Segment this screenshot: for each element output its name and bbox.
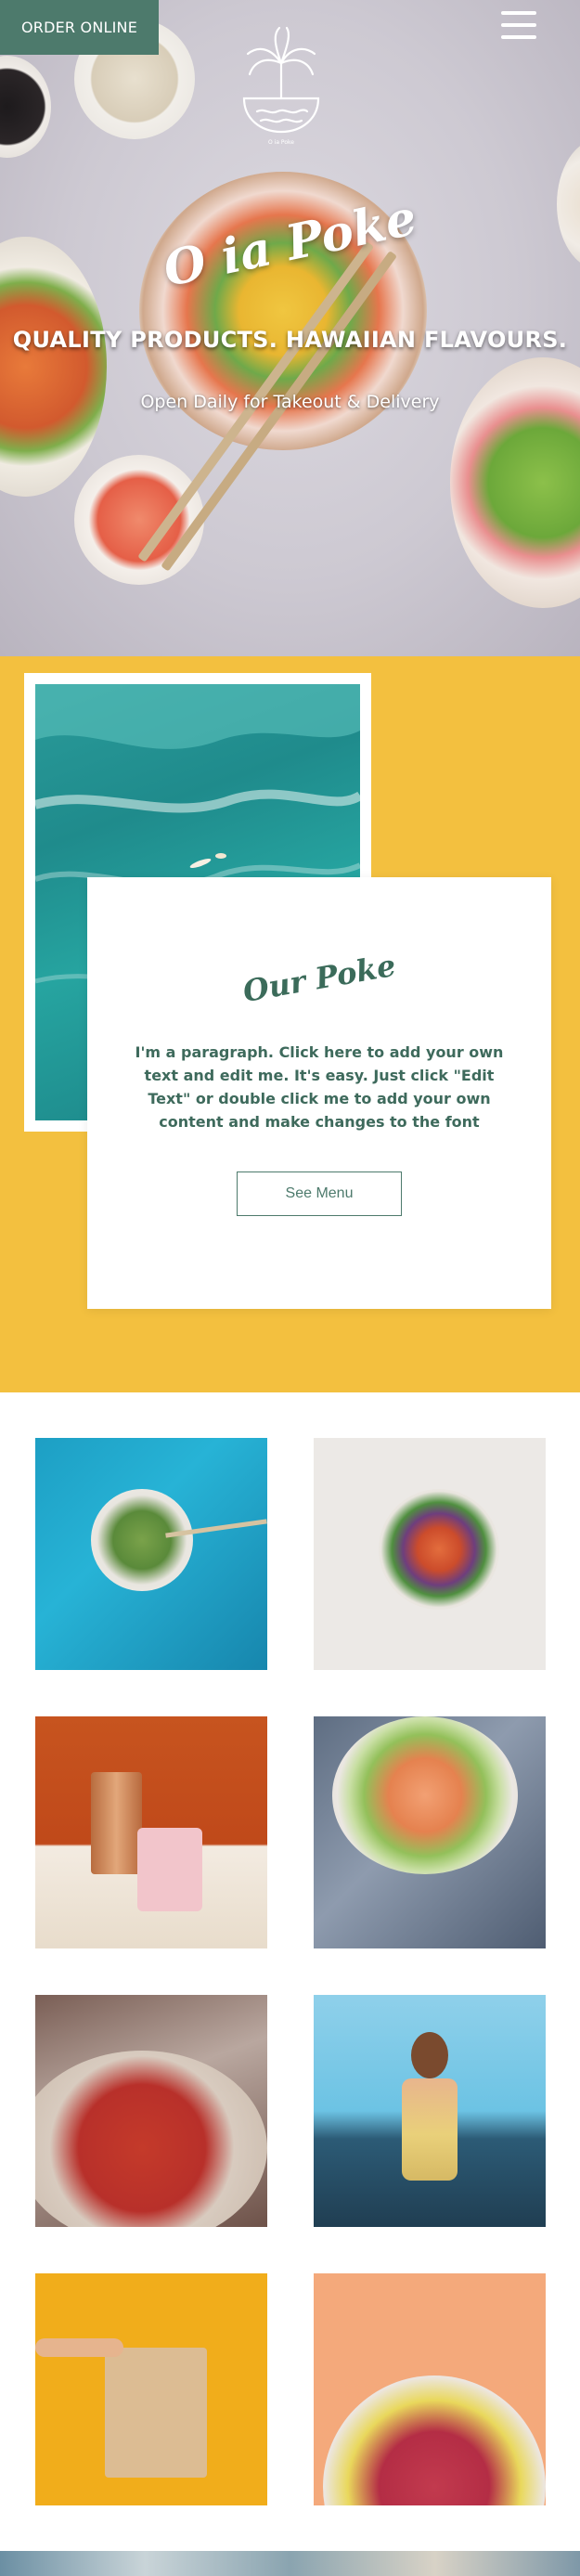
gallery-image-takeout-bag[interactable] [35,2273,267,2505]
soy-sauce-bowl-image [0,56,51,158]
hero-tagline: Open Daily for Takeout & Delivery [140,392,440,412]
poke-bowl-shape [332,1716,518,1874]
pickled-ginger-bowl-image [74,455,204,585]
tuna-bowl-shape [35,2051,267,2227]
paper-bag-shape [105,2348,207,2478]
poke-bowl-shape [91,1489,193,1591]
our-poke-card: Our Poke I'm a paragraph. Click here to … [87,877,551,1309]
order-online-button[interactable]: ORDER ONLINE [0,0,159,55]
gallery-image-poke-peach[interactable] [314,2273,546,2505]
gallery-image-poke-on-jeans[interactable] [314,1716,546,1948]
gallery-image-tuna-chopsticks[interactable] [35,1995,267,2227]
hamburger-menu-icon[interactable] [501,11,536,41]
our-poke-paragraph[interactable]: I'm a paragraph. Click here to add your … [132,1041,507,1133]
gallery-image-copper-cup[interactable] [35,1716,267,1948]
hand-shape [35,2338,123,2357]
pink-cup-shape [137,1828,202,1911]
copper-utensil-cup-shape [91,1772,142,1874]
poke-bowl-shape [323,2375,546,2505]
hero-section: ORDER ONLINE O ia Poke O ia Poke QUALITY… [0,0,580,656]
gallery-image-poke-bowl-white[interactable] [314,1438,546,1670]
palm-bowl-logo[interactable]: O ia Poke [237,26,326,147]
see-menu-button[interactable]: See Menu [237,1171,402,1216]
our-poke-section: Our Poke I'm a paragraph. Click here to … [0,656,580,1392]
our-poke-title: Our Poke [239,947,399,1010]
palm-tree-icon [242,26,320,134]
hula-doll-head-shape [411,2032,448,2078]
hero-subtitle: QUALITY PRODUCTS. HAWAIIAN FLAVOURS. [12,327,568,353]
poke-bowl-shape [379,1489,499,1610]
gallery-image-hula-doll[interactable] [314,1995,546,2227]
footer-image-strip [0,2551,580,2576]
hula-doll-body-shape [402,2078,458,2181]
gallery-image-poke-turquoise-table[interactable] [35,1438,267,1670]
logo-caption: O ia Poke [268,139,294,146]
